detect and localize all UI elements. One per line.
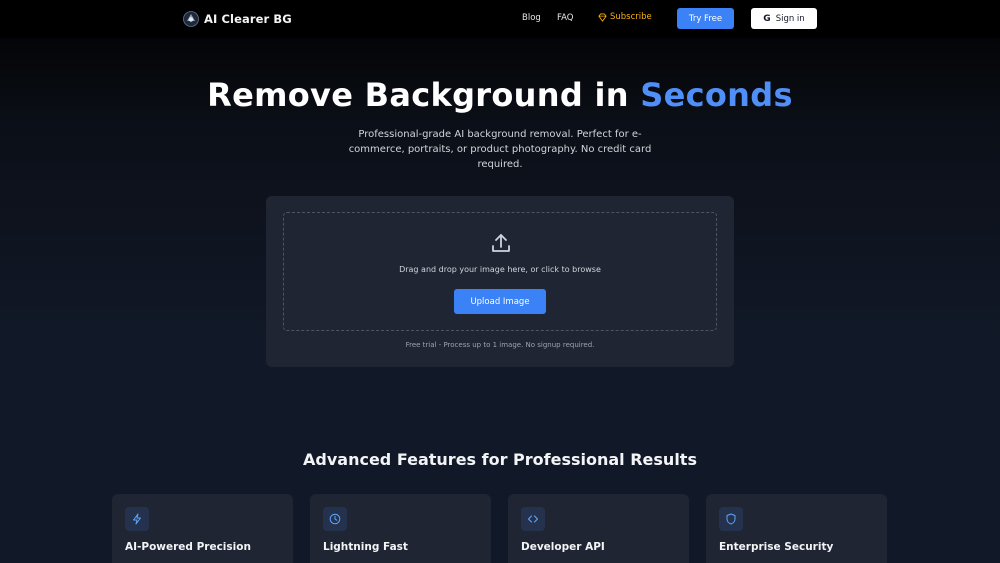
shield-icon — [726, 513, 736, 525]
hero-title-accent: Seconds — [640, 76, 793, 114]
upload-icon — [492, 234, 510, 252]
upload-dropzone[interactable]: Drag and drop your image here, or click … — [283, 212, 717, 331]
nav-subscribe-link[interactable]: Subscribe — [598, 12, 652, 22]
feature-name: AI-Powered Precision — [125, 541, 251, 553]
brand-logo-icon — [183, 11, 199, 27]
feature-card-ai-precision: AI-Powered Precision — [112, 494, 293, 563]
feature-card-lightning-fast: Lightning Fast — [310, 494, 491, 563]
feature-icon-container — [719, 507, 743, 531]
trial-note: Free trial - Process up to 1 image. No s… — [405, 341, 595, 349]
sign-in-button[interactable]: G Sign in — [751, 8, 817, 29]
feature-icon-container — [521, 507, 545, 531]
dropzone-instructions: Drag and drop your image here, or click … — [399, 265, 601, 274]
diamond-icon — [598, 12, 607, 22]
feature-icon-container — [125, 507, 149, 531]
top-navbar: AI Clearer BG Blog FAQ Subscribe Try Fre… — [0, 0, 1000, 38]
feature-name: Enterprise Security — [719, 541, 834, 553]
nav-subscribe-label: Subscribe — [610, 12, 652, 22]
google-icon: G — [763, 13, 771, 24]
nav-faq-link[interactable]: FAQ — [557, 13, 573, 23]
upload-image-button[interactable]: Upload Image — [454, 289, 546, 314]
sign-in-label: Sign in — [775, 13, 805, 24]
feature-card-developer-api: Developer API — [508, 494, 689, 563]
hero-title: Remove Background in Seconds — [0, 76, 1000, 114]
feature-card-enterprise-security: Enterprise Security — [706, 494, 887, 563]
hero-title-main: Remove Background in — [207, 76, 641, 114]
nav-blog-link[interactable]: Blog — [522, 13, 541, 23]
lightning-icon — [133, 513, 141, 525]
features-heading: Advanced Features for Professional Resul… — [303, 450, 697, 469]
feature-icon-container — [323, 507, 347, 531]
upload-card: Drag and drop your image here, or click … — [266, 196, 734, 367]
code-icon — [527, 515, 539, 523]
feature-name: Developer API — [521, 541, 605, 553]
try-free-button[interactable]: Try Free — [677, 8, 734, 29]
hero-subtitle: Professional-grade AI background removal… — [348, 129, 652, 170]
feature-name: Lightning Fast — [323, 541, 408, 553]
brand-logo-link[interactable]: AI Clearer BG — [183, 10, 292, 28]
clock-icon — [329, 513, 341, 525]
brand-name: AI Clearer BG — [204, 12, 292, 26]
